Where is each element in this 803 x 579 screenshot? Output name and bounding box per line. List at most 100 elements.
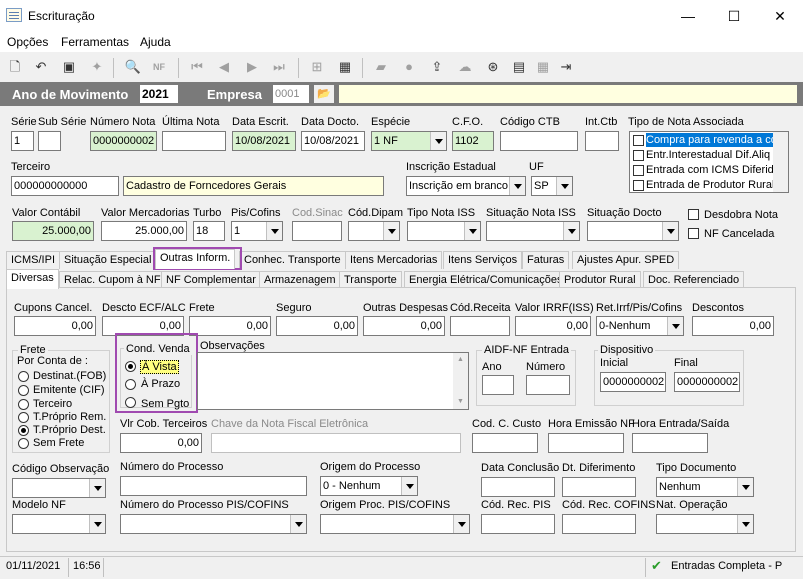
nf-cancelada-checkbox[interactable] — [688, 228, 699, 239]
next-record-icon[interactable]: ▶ — [243, 58, 261, 76]
nfe-icon[interactable]: NF — [150, 58, 168, 76]
checkbox[interactable] — [633, 150, 644, 161]
chevron-down-icon[interactable] — [383, 222, 399, 240]
hora-emissao-field[interactable] — [548, 433, 624, 453]
tab-diversas[interactable]: Diversas — [6, 269, 59, 289]
maximize-button[interactable]: ☐ — [711, 0, 757, 32]
ultima-nota-field[interactable] — [162, 131, 226, 151]
first-record-icon[interactable]: ⏮ — [188, 58, 206, 76]
close-button[interactable]: ✕ — [757, 0, 803, 32]
tools-icon[interactable]: ✦ — [88, 58, 106, 76]
chevron-down-icon[interactable] — [464, 222, 480, 240]
empresa-name-field[interactable] — [338, 84, 798, 104]
uf-select[interactable]: SP — [531, 176, 573, 196]
empresa-field[interactable]: 0001 — [272, 84, 310, 104]
tipo-iss-select[interactable] — [407, 221, 481, 241]
tipo-nota-list[interactable]: Compra para revenda a co Entr.Interestad… — [629, 131, 789, 193]
insc-select[interactable]: Inscrição em branco — [406, 176, 526, 196]
calculator-icon[interactable]: ▦ — [336, 58, 354, 76]
chevron-down-icon[interactable] — [401, 477, 417, 495]
undo-icon[interactable]: ↶ — [32, 58, 50, 76]
year-field[interactable]: 2021 — [139, 84, 179, 104]
print-preview-icon[interactable]: 🔍 — [124, 58, 142, 76]
tab-ajustes-sped[interactable]: Ajustes Apur. SPED — [572, 251, 680, 269]
checkbox[interactable] — [633, 135, 644, 146]
tab-outras-inform[interactable]: Outras Inform. — [155, 249, 236, 269]
folder-icon[interactable]: ▰ — [372, 58, 390, 76]
valor-irrf-field[interactable]: 0,00 — [515, 316, 591, 336]
ret-irrf-select[interactable]: 0-Nenhum — [596, 316, 684, 336]
valor-contabil-field[interactable]: 25.000,00 — [12, 221, 94, 241]
radio-destinat[interactable] — [18, 371, 29, 382]
cib-icon[interactable]: ⊛ — [484, 58, 502, 76]
checkbox[interactable] — [633, 165, 644, 176]
terceiro-name-field[interactable]: Cadastro de Forncedores Gerais — [123, 176, 384, 196]
num-nota-field[interactable]: 0000000002 — [90, 131, 157, 151]
vlr-cob-field[interactable]: 0,00 — [120, 433, 202, 453]
final-field[interactable]: 0000000002 — [674, 372, 740, 392]
chevron-down-icon[interactable] — [662, 222, 678, 240]
num-proc-field[interactable] — [120, 476, 307, 496]
scrollbar[interactable]: ▲ ▼ — [453, 353, 468, 409]
cod-dipam-select[interactable] — [348, 221, 400, 241]
observacoes-memo[interactable]: ▲ ▼ — [197, 352, 469, 410]
chevron-down-icon[interactable] — [290, 515, 306, 533]
dt-dif-field[interactable] — [562, 477, 636, 497]
prev-record-icon[interactable]: ◀ — [215, 58, 233, 76]
tree-icon[interactable]: ⊞ — [308, 58, 326, 76]
cod-rec-pis-field[interactable] — [481, 514, 555, 534]
outras-despesas-field[interactable]: 0,00 — [363, 316, 445, 336]
data-escrit-field[interactable]: 10/08/2021 — [232, 131, 296, 151]
cod-receita-field[interactable] — [450, 316, 510, 336]
aidf-numero-field[interactable] — [526, 375, 570, 395]
minimize-button[interactable]: — — [665, 0, 711, 32]
sit-iss-select[interactable] — [486, 221, 580, 241]
inicial-field[interactable]: 0000000002 — [600, 372, 666, 392]
list-item[interactable]: Entr.Interestadual Dif.Aliq — [646, 148, 770, 162]
radio-sem-frete[interactable] — [18, 438, 29, 449]
tipo-doc-select[interactable]: Nenhum — [656, 477, 754, 497]
int-ctb-field[interactable] — [585, 131, 619, 151]
tab-itens-mercadorias[interactable]: Itens Mercadorias — [345, 251, 443, 269]
frete-field[interactable]: 0,00 — [189, 316, 271, 336]
cloud-icon[interactable]: ☁ — [456, 58, 474, 76]
hora-entrada-field[interactable] — [632, 433, 708, 453]
document-upload-icon[interactable]: ⇪ — [428, 58, 446, 76]
nf-document-icon[interactable]: ▤ — [510, 58, 528, 76]
chevron-down-icon[interactable] — [89, 515, 105, 533]
modelo-nf-select[interactable] — [12, 514, 106, 534]
chevron-down-icon[interactable] — [737, 478, 753, 496]
open-folder-icon[interactable]: 📂 — [313, 84, 335, 104]
chevron-down-icon[interactable] — [453, 515, 469, 533]
aidf-ano-field[interactable] — [482, 375, 514, 395]
apple-icon[interactable]: ● — [400, 58, 418, 76]
radio-terceiro[interactable] — [18, 399, 29, 410]
chevron-down-icon[interactable] — [667, 317, 683, 335]
list-item[interactable]: Compra para revenda a co — [646, 133, 777, 147]
radio-emitente[interactable] — [18, 385, 29, 396]
terceiro-field[interactable]: 000000000000 — [11, 176, 119, 196]
menu-ajuda[interactable]: Ajuda — [140, 35, 171, 49]
nat-op-select[interactable] — [656, 514, 754, 534]
descontos-field[interactable]: 0,00 — [692, 316, 774, 336]
seguro-field[interactable]: 0,00 — [276, 316, 358, 336]
chevron-down-icon[interactable] — [430, 132, 446, 150]
cod-rec-cofins-field[interactable] — [562, 514, 636, 534]
valor-merc-field[interactable]: 25.000,00 — [101, 221, 187, 241]
grid-icon[interactable]: ▦ — [534, 58, 552, 76]
origem-proc-select[interactable]: 0 - Nenhum — [320, 476, 418, 496]
cod-obs-select[interactable] — [12, 478, 106, 498]
radio-proprio-rem[interactable] — [18, 412, 29, 423]
chave-nfe-field[interactable] — [211, 433, 461, 453]
num-pis-select[interactable] — [120, 514, 307, 534]
chevron-down-icon[interactable] — [563, 222, 579, 240]
menu-opcoes[interactable]: Opções — [7, 35, 48, 49]
checkbox[interactable] — [633, 180, 644, 191]
list-item[interactable]: Entrada de Produtor Rural — [646, 178, 774, 192]
exit-door-icon[interactable]: ⇥ — [557, 58, 575, 76]
last-record-icon[interactable]: ⏭ — [270, 58, 288, 76]
chevron-down-icon[interactable] — [509, 177, 525, 195]
tab-situacao-especial[interactable]: Situação Especial — [59, 251, 157, 269]
sit-docto-select[interactable] — [587, 221, 679, 241]
list-item[interactable]: Entrada com ICMS Diferido — [646, 163, 780, 177]
